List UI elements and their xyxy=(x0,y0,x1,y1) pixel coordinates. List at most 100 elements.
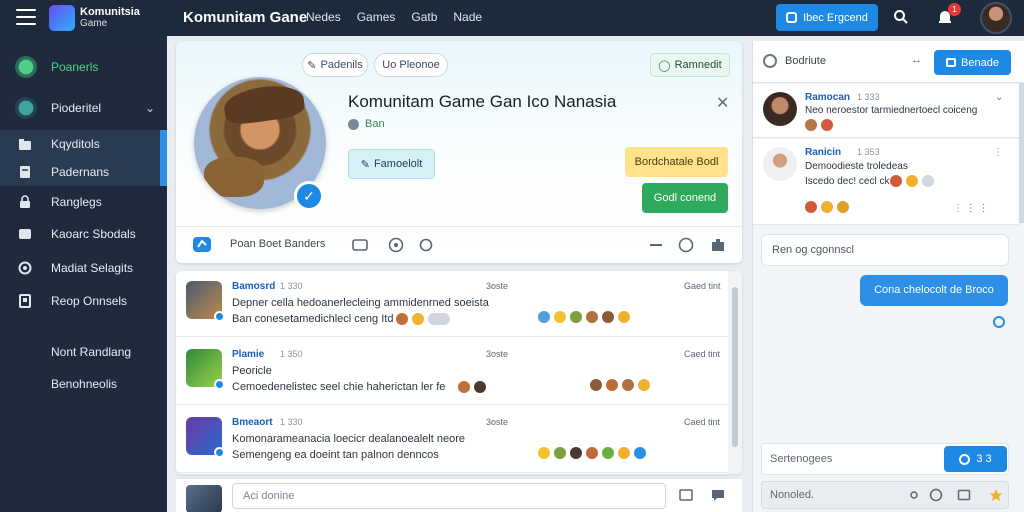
post-status: Caed tint xyxy=(684,349,721,359)
nav-item-games[interactable]: Games xyxy=(357,10,396,24)
at-icon[interactable] xyxy=(386,235,406,255)
comment-icon[interactable] xyxy=(710,487,726,503)
message-avatar[interactable] xyxy=(763,147,797,181)
post-status: Caed tint xyxy=(684,417,721,427)
send-button[interactable]: 3 3 xyxy=(944,446,1007,472)
post-status: Gaed tint xyxy=(684,281,721,291)
post-text: Depner cella hedoanerlecleing ammidenrne… xyxy=(232,297,489,309)
post-meta: 1 350 xyxy=(280,349,303,359)
post-avatar[interactable] xyxy=(186,417,225,458)
message-reactions[interactable] xyxy=(805,201,849,213)
new-chat-button[interactable]: Benade xyxy=(934,50,1011,75)
sidebar-item-kqyditols[interactable]: Kqyditols xyxy=(0,130,167,158)
post-text: Ban conesetamedichlecl ceng Itd xyxy=(232,313,394,325)
minus-icon[interactable] xyxy=(646,235,666,255)
top-nav: Nedes Games Gatb Nade xyxy=(306,10,498,24)
expand-icon[interactable]: ↔ xyxy=(911,54,922,66)
post-time: 3oste xyxy=(486,417,509,427)
chat-icon[interactable] xyxy=(192,235,212,255)
message-author[interactable]: Ramocan xyxy=(805,92,850,103)
post-author[interactable]: Bmeaort xyxy=(232,417,273,428)
emoji-icon[interactable] xyxy=(676,235,696,255)
message-text: Demoodieste troledeas xyxy=(805,161,908,172)
sidebar-item-kaoarc-sbodals[interactable]: Kaoarc Sbodals xyxy=(0,220,167,248)
app-logo[interactable] xyxy=(49,5,75,31)
star-icon[interactable] xyxy=(989,488,1003,502)
message-actions[interactable]: ⋮ ⋮ ⋮ xyxy=(953,203,989,214)
info-icon[interactable] xyxy=(993,316,1005,328)
yellow-action-button[interactable]: Bordchatale Bodl xyxy=(625,147,728,177)
inline-emojis xyxy=(890,175,934,187)
sidebar-item-pioderitel[interactable]: Pioderitel ⌄ xyxy=(0,94,167,122)
chip-padenils[interactable]: ✎ Padenils xyxy=(302,53,368,77)
post-avatar[interactable] xyxy=(186,349,225,390)
chip-ramnedit[interactable]: ◯ Ramnedit xyxy=(650,53,730,77)
info-icon[interactable] xyxy=(416,235,436,255)
notification-badge: 1 xyxy=(948,3,961,16)
post-feed: Bamosrd 1 330 3oste Gaed tint Depner cel… xyxy=(176,271,742,474)
image-icon[interactable] xyxy=(678,487,694,503)
emoji-icon[interactable] xyxy=(929,488,943,502)
reaction-bar[interactable] xyxy=(538,447,646,459)
message-text: Iscedo dec! cecl ck xyxy=(805,176,890,187)
close-icon[interactable]: ✕ xyxy=(716,93,729,113)
nav-item-gatb[interactable]: Gatb xyxy=(411,10,437,24)
post-item[interactable]: Bmeaort 1 330 3oste Caed tint Komonarame… xyxy=(176,407,728,473)
message-meta: 1 333 xyxy=(857,92,880,102)
search-icon[interactable] xyxy=(893,9,909,25)
chat-message[interactable]: Ranicin 1 353 Demoodieste troledeas Isce… xyxy=(753,139,1019,225)
post-author[interactable]: Plamie xyxy=(232,349,264,360)
post-input[interactable]: Aci donine xyxy=(232,483,666,509)
edit-icon: ✎ xyxy=(307,59,317,72)
chevron-down-icon[interactable]: ⌄ xyxy=(145,101,155,115)
sidebar-item-padernans[interactable]: Padernans xyxy=(0,158,167,186)
post-avatar[interactable] xyxy=(186,281,225,322)
sidebar-item-ranglegs[interactable]: Ranglegs xyxy=(0,188,167,216)
sidebar-item-madiat-selagits[interactable]: Madiat Selagits xyxy=(0,254,167,282)
compose-field[interactable]: Nonoled. xyxy=(761,481,1009,509)
sidebar-item-nont-randlang[interactable]: Nont Randlang xyxy=(0,338,167,366)
post-item[interactable]: Plamie 1 350 3oste Caed tint Peoricle Ce… xyxy=(176,339,728,405)
chevron-down-icon[interactable]: ⌄ xyxy=(995,92,1003,103)
reaction-bar[interactable] xyxy=(538,311,630,323)
image-icon[interactable] xyxy=(350,235,370,255)
sidebar-item-benohneolis[interactable]: Benohneolis xyxy=(0,370,167,398)
message-avatar[interactable] xyxy=(763,92,797,126)
chat-scrollbar[interactable] xyxy=(1019,83,1024,223)
menu-icon[interactable] xyxy=(16,9,36,25)
post-item[interactable]: Bamosrd 1 330 3oste Gaed tint Depner cel… xyxy=(176,271,728,337)
chat-message[interactable]: Ramocan 1 333 Neo neroestor tarmiednerto… xyxy=(753,84,1019,138)
user-avatar[interactable] xyxy=(980,2,1012,34)
message-reactions[interactable] xyxy=(805,119,833,131)
more-icon[interactable]: ⋮ xyxy=(993,147,1003,158)
sidebar-item-reop-onnsels[interactable]: Reop Onnsels xyxy=(0,287,167,315)
sidebar: Poanerls Pioderitel ⌄ Kqyditols Padernan… xyxy=(0,36,167,512)
user-icon xyxy=(348,118,359,130)
group-profile-card: ✎ Padenils Uo Pleonoe ◯ Ramnedit ✓ Komun… xyxy=(176,41,742,263)
post-author[interactable]: Bamosrd xyxy=(232,281,275,292)
chip-uo-pleonoe[interactable]: Uo Pleonoe xyxy=(374,53,448,77)
chat-panel-header: Bodriute ↔ Benade xyxy=(753,41,1024,83)
nav-item-nade[interactable]: Nade xyxy=(453,10,482,24)
message-author[interactable]: Ranicin xyxy=(805,147,841,158)
image-icon[interactable] xyxy=(957,488,971,502)
puzzle-icon[interactable] xyxy=(708,235,728,255)
cta-button[interactable]: Ibec Ergcend xyxy=(776,4,878,31)
page-title: Komunitam Gane xyxy=(183,9,308,26)
feed-scrollbar-thumb[interactable] xyxy=(732,287,738,447)
panel-icon xyxy=(19,229,31,239)
reaction-bar[interactable] xyxy=(590,379,650,391)
post-text: Semengeng ea doeint tan palnon denncos xyxy=(232,449,439,461)
composer-avatar xyxy=(186,485,222,512)
inline-emojis xyxy=(458,381,486,393)
outgoing-bubble: Cona chelocolt de Broco xyxy=(860,275,1008,306)
post-composer: Aci donine xyxy=(176,478,742,512)
nav-item-nedes[interactable]: Nedes xyxy=(306,10,341,24)
chat-panel-title: Bodriute xyxy=(785,55,826,67)
join-button[interactable]: Godl conend xyxy=(642,183,728,213)
lock-icon xyxy=(20,195,30,208)
sidebar-item-poanerls[interactable]: Poanerls xyxy=(0,53,167,81)
attach-icon[interactable] xyxy=(907,488,921,502)
message-meta: 1 353 xyxy=(857,147,880,157)
primary-action-button[interactable]: ✎ Famoelolt xyxy=(348,149,435,179)
